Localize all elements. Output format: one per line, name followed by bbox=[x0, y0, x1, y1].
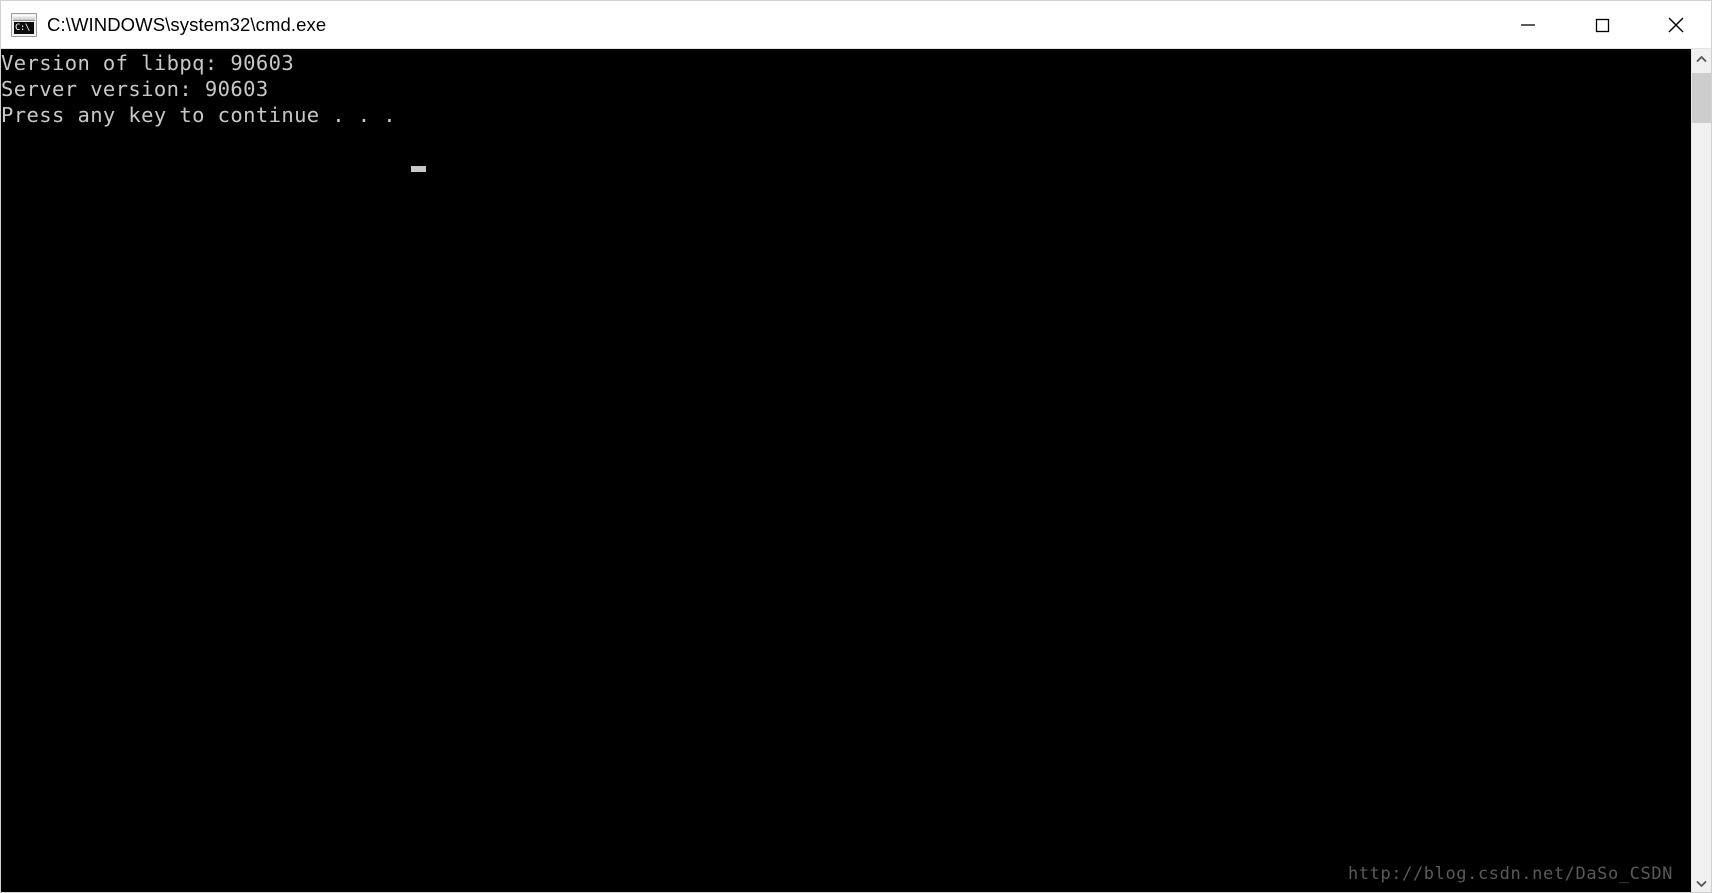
cmd-window: C:\ C:\WINDOWS\system32\cmd.exe Version … bbox=[0, 0, 1712, 893]
minimize-button[interactable] bbox=[1491, 1, 1565, 48]
close-icon bbox=[1668, 17, 1684, 32]
minimize-icon bbox=[1521, 23, 1535, 26]
scroll-up-button[interactable] bbox=[1692, 49, 1711, 68]
chevron-down-icon bbox=[1696, 880, 1707, 887]
maximize-icon bbox=[1595, 18, 1610, 32]
scrollbar-track[interactable] bbox=[1692, 68, 1711, 874]
scroll-down-button[interactable] bbox=[1692, 874, 1711, 892]
window-title: C:\WINDOWS\system32\cmd.exe bbox=[47, 13, 327, 35]
console-cursor bbox=[411, 166, 426, 172]
cmd-icon[interactable]: C:\ bbox=[11, 12, 37, 37]
maximize-button[interactable] bbox=[1565, 1, 1639, 48]
close-button[interactable] bbox=[1639, 1, 1711, 48]
console-text: Version of libpq: 90603 Server version: … bbox=[1, 51, 397, 127]
console-output-area[interactable]: Version of libpq: 90603 Server version: … bbox=[1, 49, 1693, 892]
scrollbar-thumb[interactable] bbox=[1692, 73, 1711, 123]
cmd-icon-prompt: C:\ bbox=[14, 21, 34, 34]
cmd-icon-titlebar bbox=[13, 14, 35, 21]
watermark-url: http://blog.csdn.net/DaSo_CSDN bbox=[1347, 864, 1673, 884]
vertical-scrollbar[interactable] bbox=[1691, 49, 1711, 892]
window-controls bbox=[1491, 1, 1711, 48]
chevron-up-icon bbox=[1696, 55, 1707, 62]
title-bar[interactable]: C:\ C:\WINDOWS\system32\cmd.exe bbox=[1, 1, 1711, 49]
